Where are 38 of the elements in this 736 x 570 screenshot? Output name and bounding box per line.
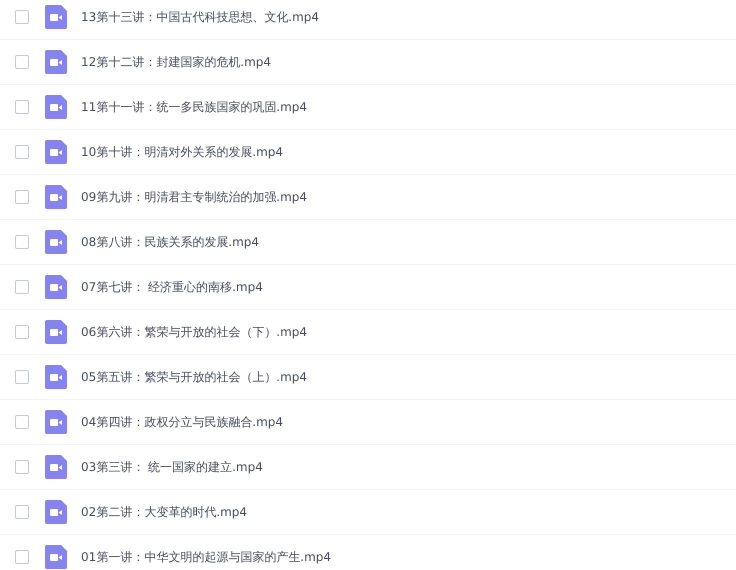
checkbox[interactable] bbox=[15, 190, 29, 204]
file-name[interactable]: 01第一讲：中华文明的起源与国家的产生.mp4 bbox=[81, 548, 332, 566]
checkbox[interactable] bbox=[15, 550, 29, 564]
video-file-icon bbox=[45, 275, 67, 299]
file-name[interactable]: 03第三讲： 统一国家的建立.mp4 bbox=[81, 458, 263, 476]
file-name[interactable]: 04第四讲：政权分立与民族融合.mp4 bbox=[81, 414, 284, 430]
file-name[interactable]: 12第十二讲：封建国家的危机.mp4 bbox=[81, 54, 272, 70]
file-name[interactable]: 13第十三讲：中国古代科技思想、文化.mp4 bbox=[81, 8, 320, 26]
file-name[interactable]: 08第八讲：民族关系的发展.mp4 bbox=[81, 234, 260, 250]
file-name[interactable]: 09第九讲：明清君主专制统治的加强.mp4 bbox=[81, 188, 308, 206]
file-name[interactable]: 10第十讲：明清对外关系的发展.mp4 bbox=[81, 144, 284, 160]
video-file-icon bbox=[45, 365, 67, 389]
file-name[interactable]: 11第十一讲：统一多民族国家的巩固.mp4 bbox=[81, 98, 308, 116]
file-name[interactable]: 05第五讲：繁荣与开放的社会（上）.mp4 bbox=[81, 368, 308, 386]
video-file-icon bbox=[45, 5, 67, 29]
checkbox[interactable] bbox=[15, 10, 29, 24]
video-file-icon bbox=[45, 320, 67, 344]
checkbox[interactable] bbox=[15, 460, 29, 474]
checkbox[interactable] bbox=[15, 325, 29, 339]
video-file-icon bbox=[45, 50, 67, 74]
file-name[interactable]: 06第六讲：繁荣与开放的社会（下）.mp4 bbox=[81, 324, 308, 340]
video-file-icon bbox=[45, 230, 67, 254]
video-file-icon bbox=[45, 410, 67, 434]
video-file-icon bbox=[45, 455, 67, 479]
checkbox[interactable] bbox=[15, 415, 29, 429]
video-file-icon bbox=[45, 185, 67, 209]
video-file-icon bbox=[45, 140, 67, 164]
checkbox[interactable] bbox=[15, 370, 29, 384]
video-file-icon bbox=[45, 500, 67, 524]
checkbox[interactable] bbox=[15, 235, 29, 249]
checkbox[interactable] bbox=[15, 55, 29, 69]
checkbox[interactable] bbox=[15, 100, 29, 114]
file-name[interactable]: 07第七讲： 经济重心的南移.mp4 bbox=[81, 278, 263, 296]
file-name[interactable]: 02第二讲：大变革的时代.mp4 bbox=[81, 504, 248, 520]
video-file-icon bbox=[45, 95, 67, 119]
checkbox[interactable] bbox=[15, 505, 29, 519]
checkbox[interactable] bbox=[15, 145, 29, 159]
checkbox[interactable] bbox=[15, 280, 29, 294]
